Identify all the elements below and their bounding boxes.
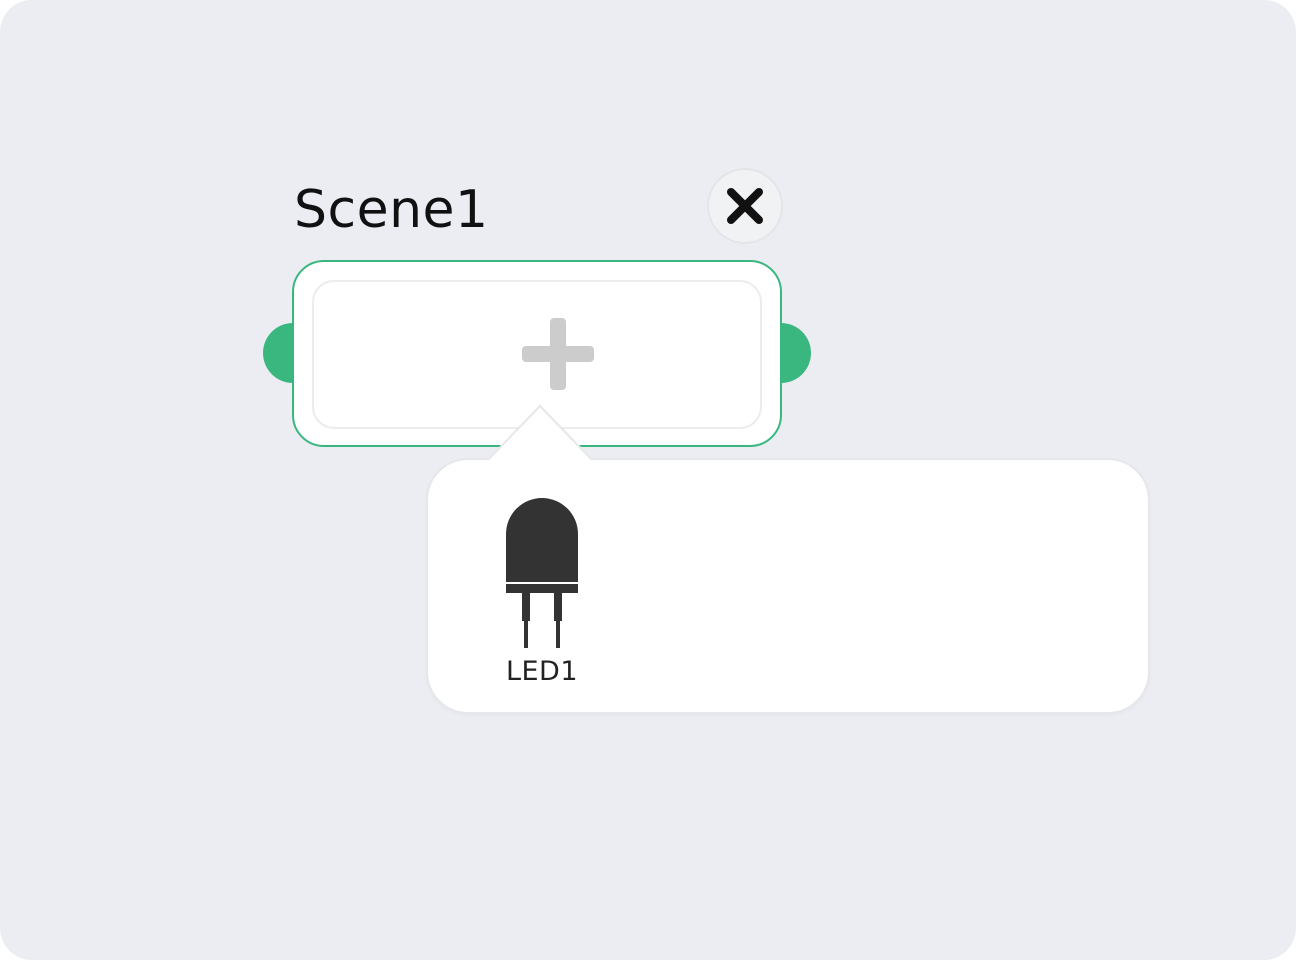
close-scene-button[interactable] bbox=[709, 170, 781, 242]
device-item-led1[interactable]: LED1 bbox=[504, 496, 584, 687]
workspace-canvas: Scene1 LED1 bbox=[0, 0, 1296, 960]
plus-icon bbox=[522, 318, 594, 390]
device-label: LED1 bbox=[505, 656, 579, 687]
close-icon bbox=[727, 188, 763, 224]
led-icon bbox=[506, 498, 578, 648]
device-picker-popover: LED1 bbox=[428, 460, 1148, 712]
popover-arrow bbox=[486, 404, 594, 464]
scene-title: Scene1 bbox=[294, 180, 489, 240]
